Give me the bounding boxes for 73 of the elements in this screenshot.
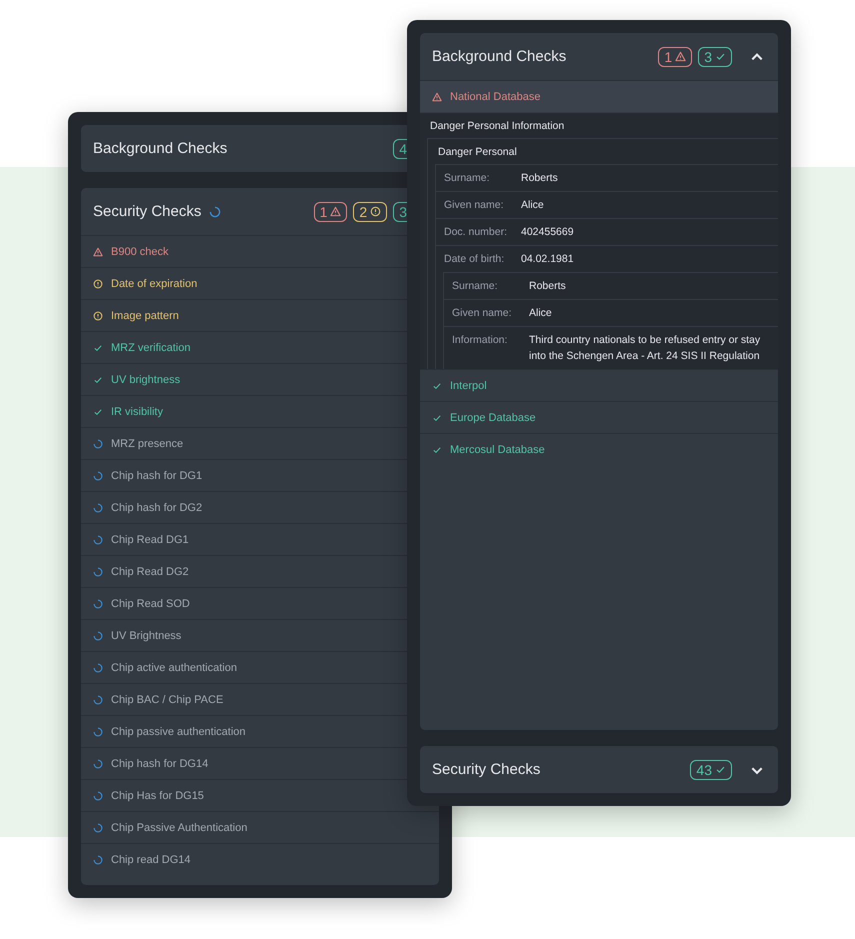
check-icon [432,412,442,422]
count-badge: 3 [698,46,732,66]
field-value: Alice [521,198,545,213]
field-value: 04.02.1981 [521,252,575,267]
check-label: Image pattern [111,310,179,322]
spinner-icon [93,694,103,704]
check-label: Chip Read DG2 [111,566,189,578]
field-value: Roberts [521,171,559,186]
info-icon [93,310,103,320]
check-row[interactable]: Interpol [420,369,778,401]
check-icon [432,444,442,454]
group-title: Danger Personal Information [430,120,564,132]
field-label: Date of birth: [444,252,506,267]
spinner-icon [93,598,103,608]
spinner-icon [93,438,103,448]
spinner-icon [93,502,103,512]
info-icon [93,278,103,288]
check-label: Chip BAC / Chip PACE [111,694,224,706]
check-label: Chip read DG14 [111,854,190,866]
field-label: Information: [452,333,508,348]
check-label: Chip hash for DG1 [111,470,202,482]
spinner-icon [93,758,103,768]
spinner-icon [93,470,103,480]
check-label: Chip Has for DG15 [111,790,204,802]
field-value: Alice [529,306,553,321]
check-label: B900 check [111,246,168,258]
check-label: Chip hash for DG14 [111,758,208,770]
section-title: Security Checks [93,203,202,220]
check-label: IR visibility [111,406,163,418]
check-label: Chip active authentication [111,662,237,674]
spinner-icon [93,662,103,672]
field-label: Surname: [452,279,499,294]
group-title: Danger Personal [438,146,517,158]
check-label: Chip passive authentication [111,726,246,738]
check-icon [93,374,103,384]
check-label: Chip Passive Authentication [111,822,248,834]
count-badge: 43 [690,760,732,780]
check-row[interactable]: Europe Database [420,401,778,433]
field-label: Surname: [444,171,491,186]
field-label: Doc. number: [444,225,508,240]
check-icon [432,380,442,390]
count-badge: 1 [314,202,348,222]
section-title: Background Checks [93,140,228,157]
spinner-icon [93,726,103,736]
spinner-icon [93,822,103,832]
check-row[interactable]: National Database [420,80,778,112]
check-label: Chip Read SOD [111,598,190,610]
check-label: UV brightness [111,374,180,386]
spinner-icon [93,854,103,864]
field-value: Roberts [529,279,567,294]
check-icon [93,342,103,352]
spinner-icon [93,790,103,800]
section-title: Security Checks [432,761,540,778]
field-value: Third country nationals to be refused entry or stay into the Schengen Area - Art. 24 SIS II Regulation [529,333,762,364]
spinner-icon [93,630,103,640]
warning-icon [432,92,442,102]
check-label: Date of expiration [111,278,198,290]
spinner-icon [93,534,103,544]
check-icon [93,406,103,416]
section-title: Background Checks [432,48,566,65]
warning-icon [93,246,103,256]
check-label: Chip Read DG1 [111,534,189,546]
check-label: MRZ verification [111,342,190,354]
check-row[interactable]: Mercosul Database [420,433,778,465]
check-label: MRZ presence [111,438,184,450]
field-label: Given name: [452,306,513,321]
count-badge: 1 [658,46,692,66]
check-label: UV Brightness [111,630,182,642]
count-badge: 2 [353,202,388,222]
spinner-icon [93,566,103,576]
check-label: Chip hash for DG2 [111,502,202,514]
field-value: 402455669 [521,225,575,240]
field-label: Given name: [444,198,505,213]
